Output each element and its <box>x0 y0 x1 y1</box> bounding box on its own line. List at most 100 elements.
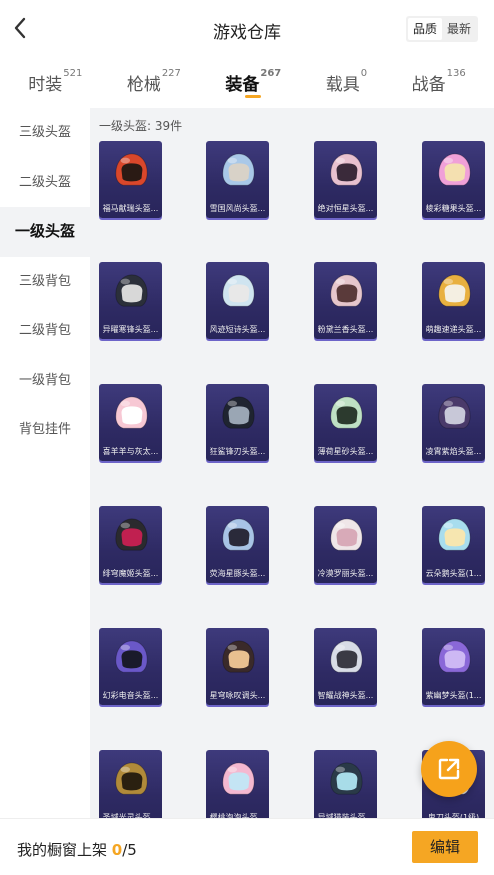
helmet-icon <box>438 274 471 307</box>
helmet-item-name: 绯穹魔姬头盔... <box>102 569 159 578</box>
helmet-item-card[interactable]: 雪国风尚头盔... <box>206 141 269 218</box>
helmet-icon <box>330 153 363 186</box>
helmet-item-card[interactable]: 异域猎装头盔... <box>314 750 377 818</box>
helmet-item-name: 风迹短诗头盔... <box>209 325 266 334</box>
helmet-item-card[interactable]: 狂鲨锋刃头盔... <box>206 384 269 461</box>
helmet-item-card[interactable]: 星穹咏叹调头... <box>206 628 269 705</box>
helmet-item-card[interactable]: 绯穹魔姬头盔... <box>99 506 162 583</box>
helmet-item-name: 薄荷星砂头盔... <box>317 447 374 456</box>
helmet-icon <box>222 274 255 307</box>
sidebar-item-level1-helmet[interactable]: 一级头盔 <box>0 207 90 257</box>
showcase-status: 我的橱窗上架 0/5 <box>17 839 137 860</box>
helmet-item-name: 紫幽梦头盔(1... <box>425 691 482 700</box>
helmet-item-name: 幻彩电音头盔... <box>102 691 159 700</box>
helmet-item-card[interactable]: 云朵鹅头盔(1... <box>422 506 485 583</box>
helmet-icon <box>222 153 255 186</box>
tab-vehicles[interactable]: 载具0 <box>326 58 367 108</box>
helmet-icon <box>222 640 255 673</box>
helmet-item-name: 星穹咏叹调头... <box>209 691 266 700</box>
item-count-heading: 一级头盔: 39件 <box>99 119 183 133</box>
helmet-item-card[interactable]: 异曜寒锋头盔... <box>99 262 162 339</box>
helmet-item-card[interactable]: 风迹短诗头盔... <box>206 262 269 339</box>
header: 游戏仓库 品质 最新 <box>0 0 494 58</box>
helmet-item-name: 冷漠罗丽头盔... <box>317 569 374 578</box>
sidebar-item-level1-backpack[interactable]: 一级背包 <box>0 356 90 406</box>
helmet-icon <box>438 640 471 673</box>
sort-toggle: 品质 最新 <box>405 16 478 42</box>
helmet-icon <box>115 153 148 186</box>
showcase-current-count: 0 <box>111 841 123 859</box>
helmet-icon <box>330 762 363 795</box>
external-link-icon <box>438 758 460 780</box>
tab-weapons[interactable]: 枪械227 <box>127 58 181 108</box>
helmet-icon <box>438 518 471 551</box>
showcase-total-count: /5 <box>122 841 137 859</box>
helmet-icon <box>115 396 148 429</box>
helmet-item-card[interactable]: 荧海星豚头盔... <box>206 506 269 583</box>
helmet-icon <box>438 396 471 429</box>
helmet-icon <box>115 274 148 307</box>
helmet-item-card[interactable]: 福马献瑞头盔... <box>99 141 162 218</box>
tab-label: 战备 <box>411 75 446 95</box>
sidebar-item-level3-helmet[interactable]: 三级头盔 <box>0 108 90 158</box>
helmet-item-name: 智耀战神头盔... <box>317 691 374 700</box>
tab-count: 521 <box>63 68 83 79</box>
share-button[interactable] <box>421 741 477 797</box>
helmet-item-name: 绝对恒星头盔... <box>317 204 374 213</box>
sidebar-item-backpack-pendant[interactable]: 背包挂件 <box>0 405 90 455</box>
tab-label: 时装 <box>28 75 63 95</box>
item-panel: 一级头盔: 39件 福马献瑞头盔... 雪国风尚头盔... 绝对恒星头盔... 棱彩糖… <box>90 108 494 818</box>
helmet-icon <box>115 640 148 673</box>
helmet-icon <box>222 518 255 551</box>
tab-count: 136 <box>446 68 466 79</box>
tab-label: 枪械 <box>126 75 161 95</box>
helmet-item-name: 异曜寒锋头盔... <box>102 325 159 334</box>
sort-option-quality[interactable]: 品质 <box>407 18 442 40</box>
helmet-icon <box>330 518 363 551</box>
helmet-item-name: 云朵鹅头盔(1... <box>425 569 482 578</box>
tab-equipment[interactable]: 装备267 <box>225 58 281 108</box>
helmet-item-card[interactable]: 幻彩电音头盔... <box>99 628 162 705</box>
helmet-item-card[interactable]: 紫幽梦头盔(1... <box>422 628 485 705</box>
sidebar-item-level2-backpack[interactable]: 二级背包 <box>0 306 90 356</box>
helmet-item-card[interactable]: 冷漠罗丽头盔... <box>314 506 377 583</box>
helmet-item-name: 荧海星豚头盔... <box>209 569 266 578</box>
helmet-item-card[interactable]: 智耀战神头盔... <box>314 628 377 705</box>
helmet-item-card[interactable]: 凌霄紫焰头盔... <box>422 384 485 461</box>
sidebar: 三级头盔 二级头盔 一级头盔 三级背包 二级背包 一级背包 背包挂件 <box>0 108 90 818</box>
helmet-icon <box>330 274 363 307</box>
helmet-item-name: 雪国风尚头盔... <box>209 204 266 213</box>
helmet-icon <box>115 762 148 795</box>
helmet-icon <box>222 396 255 429</box>
helmet-item-card[interactable]: 粉黛兰香头盔... <box>314 262 377 339</box>
helmet-item-card[interactable]: 樱桃泡泡头盔... <box>206 750 269 818</box>
helmet-item-card[interactable]: 绝对恒星头盔... <box>314 141 377 218</box>
sort-option-latest[interactable]: 最新 <box>442 18 476 40</box>
showcase-footer: 我的橱窗上架 0/5 编辑 <box>0 818 494 875</box>
helmet-icon <box>222 762 255 795</box>
showcase-label: 我的橱窗上架 <box>17 841 108 859</box>
helmet-item-name: 萌趣速递头盔... <box>425 325 482 334</box>
helmet-item-card[interactable]: 喜羊羊与灰太... <box>99 384 162 461</box>
helmet-icon <box>115 518 148 551</box>
tab-count: 227 <box>161 68 181 79</box>
helmet-item-name: 粉黛兰香头盔... <box>317 325 374 334</box>
tab-label: 载具 <box>325 75 360 95</box>
sidebar-item-level3-backpack[interactable]: 三级背包 <box>0 257 90 307</box>
tab-label: 装备 <box>225 75 260 95</box>
tab-count: 0 <box>360 68 368 79</box>
tab-fashion[interactable]: 时装521 <box>28 58 82 108</box>
helmet-item-name: 棱彩糖果头盔... <box>425 204 482 213</box>
helmet-icon <box>330 640 363 673</box>
helmet-item-name: 狂鲨锋刃头盔... <box>209 447 266 456</box>
helmet-item-card[interactable]: 棱彩糖果头盔... <box>422 141 485 218</box>
sidebar-item-level2-helmet[interactable]: 二级头盔 <box>0 158 90 208</box>
edit-button[interactable]: 编辑 <box>412 831 478 863</box>
helmet-item-name: 凌霄紫焰头盔... <box>425 447 482 456</box>
helmet-item-card[interactable]: 萌趣速递头盔... <box>422 262 485 339</box>
helmet-icon <box>438 153 471 186</box>
helmet-item-card[interactable]: 圣域光灵头盔... <box>99 750 162 818</box>
helmet-item-card[interactable]: 薄荷星砂头盔... <box>314 384 377 461</box>
helmet-icon <box>330 396 363 429</box>
tab-supplies[interactable]: 战备136 <box>412 58 466 108</box>
